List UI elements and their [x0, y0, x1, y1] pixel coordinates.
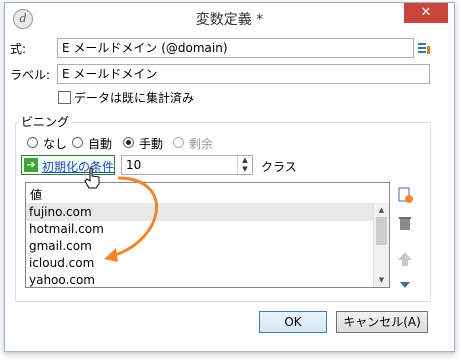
list-item[interactable]: icloud.com [26, 255, 374, 272]
value-list[interactable]: 値 fujino.com hotmail.com gmail.com iclou… [25, 182, 390, 288]
move-up-icon[interactable] [396, 250, 414, 268]
radio-auto-label: 自動 [88, 137, 113, 151]
label-field[interactable]: E メールドメイン [57, 64, 430, 84]
delete-icon[interactable] [396, 214, 414, 232]
list-item[interactable]: yahoo.com [26, 272, 374, 287]
scroll-thumb[interactable] [376, 217, 387, 245]
spinner-buttons[interactable]: ▲ ▼ [237, 156, 252, 174]
scroll-up-icon[interactable]: ▲ [374, 203, 389, 217]
scroll-down-icon[interactable]: ▼ [374, 273, 389, 287]
spin-up-icon[interactable]: ▲ [238, 156, 252, 165]
list-header[interactable]: 値 [26, 183, 389, 204]
radio-auto[interactable] [72, 137, 83, 148]
radio-none[interactable] [27, 137, 38, 148]
radio-manual[interactable] [123, 137, 134, 148]
vertical-scrollbar[interactable]: ▲ ▼ [373, 203, 389, 287]
radio-manual-label: 手動 [139, 137, 164, 151]
init-conditions-link[interactable]: 初期化の条件 [42, 158, 114, 175]
column-header-value: 値 [30, 188, 43, 202]
class-count-spinner[interactable]: 10 ▲ ▼ [121, 155, 253, 175]
radio-none-label: なし [43, 137, 68, 151]
title-bar[interactable]: d 変数定義 * ✕ [5, 3, 454, 33]
arrow-right-icon: ➔ [24, 158, 38, 172]
class-count-value: 10 [126, 158, 142, 172]
dialog-title: 変数定義 * [195, 12, 264, 28]
close-button[interactable]: ✕ [404, 3, 448, 23]
binning-group-title: ビニング [19, 113, 72, 130]
list-item[interactable]: fujino.com [26, 204, 374, 221]
expression-field[interactable]: E メールドメイン (@domain) [57, 38, 414, 58]
ok-button[interactable]: OK [259, 311, 327, 333]
move-down-icon[interactable] [396, 274, 414, 292]
list-item[interactable]: gmail.com [26, 238, 374, 255]
class-unit-label: クラス [261, 160, 297, 174]
expression-label: 式: [10, 42, 27, 56]
radio-modulo[interactable] [173, 137, 184, 148]
radio-modulo-label: 剰余 [189, 137, 214, 151]
add-value-icon[interactable] [396, 186, 414, 204]
list-item[interactable]: hotmail.com [26, 221, 374, 238]
already-aggregated-checkbox[interactable] [58, 91, 71, 104]
cancel-button[interactable]: キャンセル(A) [336, 311, 428, 333]
label-field-label: ラベル: [10, 68, 51, 82]
spin-down-icon[interactable]: ▼ [238, 165, 252, 174]
hand-cursor-icon [84, 167, 100, 189]
already-aggregated-label: データは既に集計済み [74, 91, 195, 105]
expression-editor-icon[interactable] [417, 41, 431, 55]
